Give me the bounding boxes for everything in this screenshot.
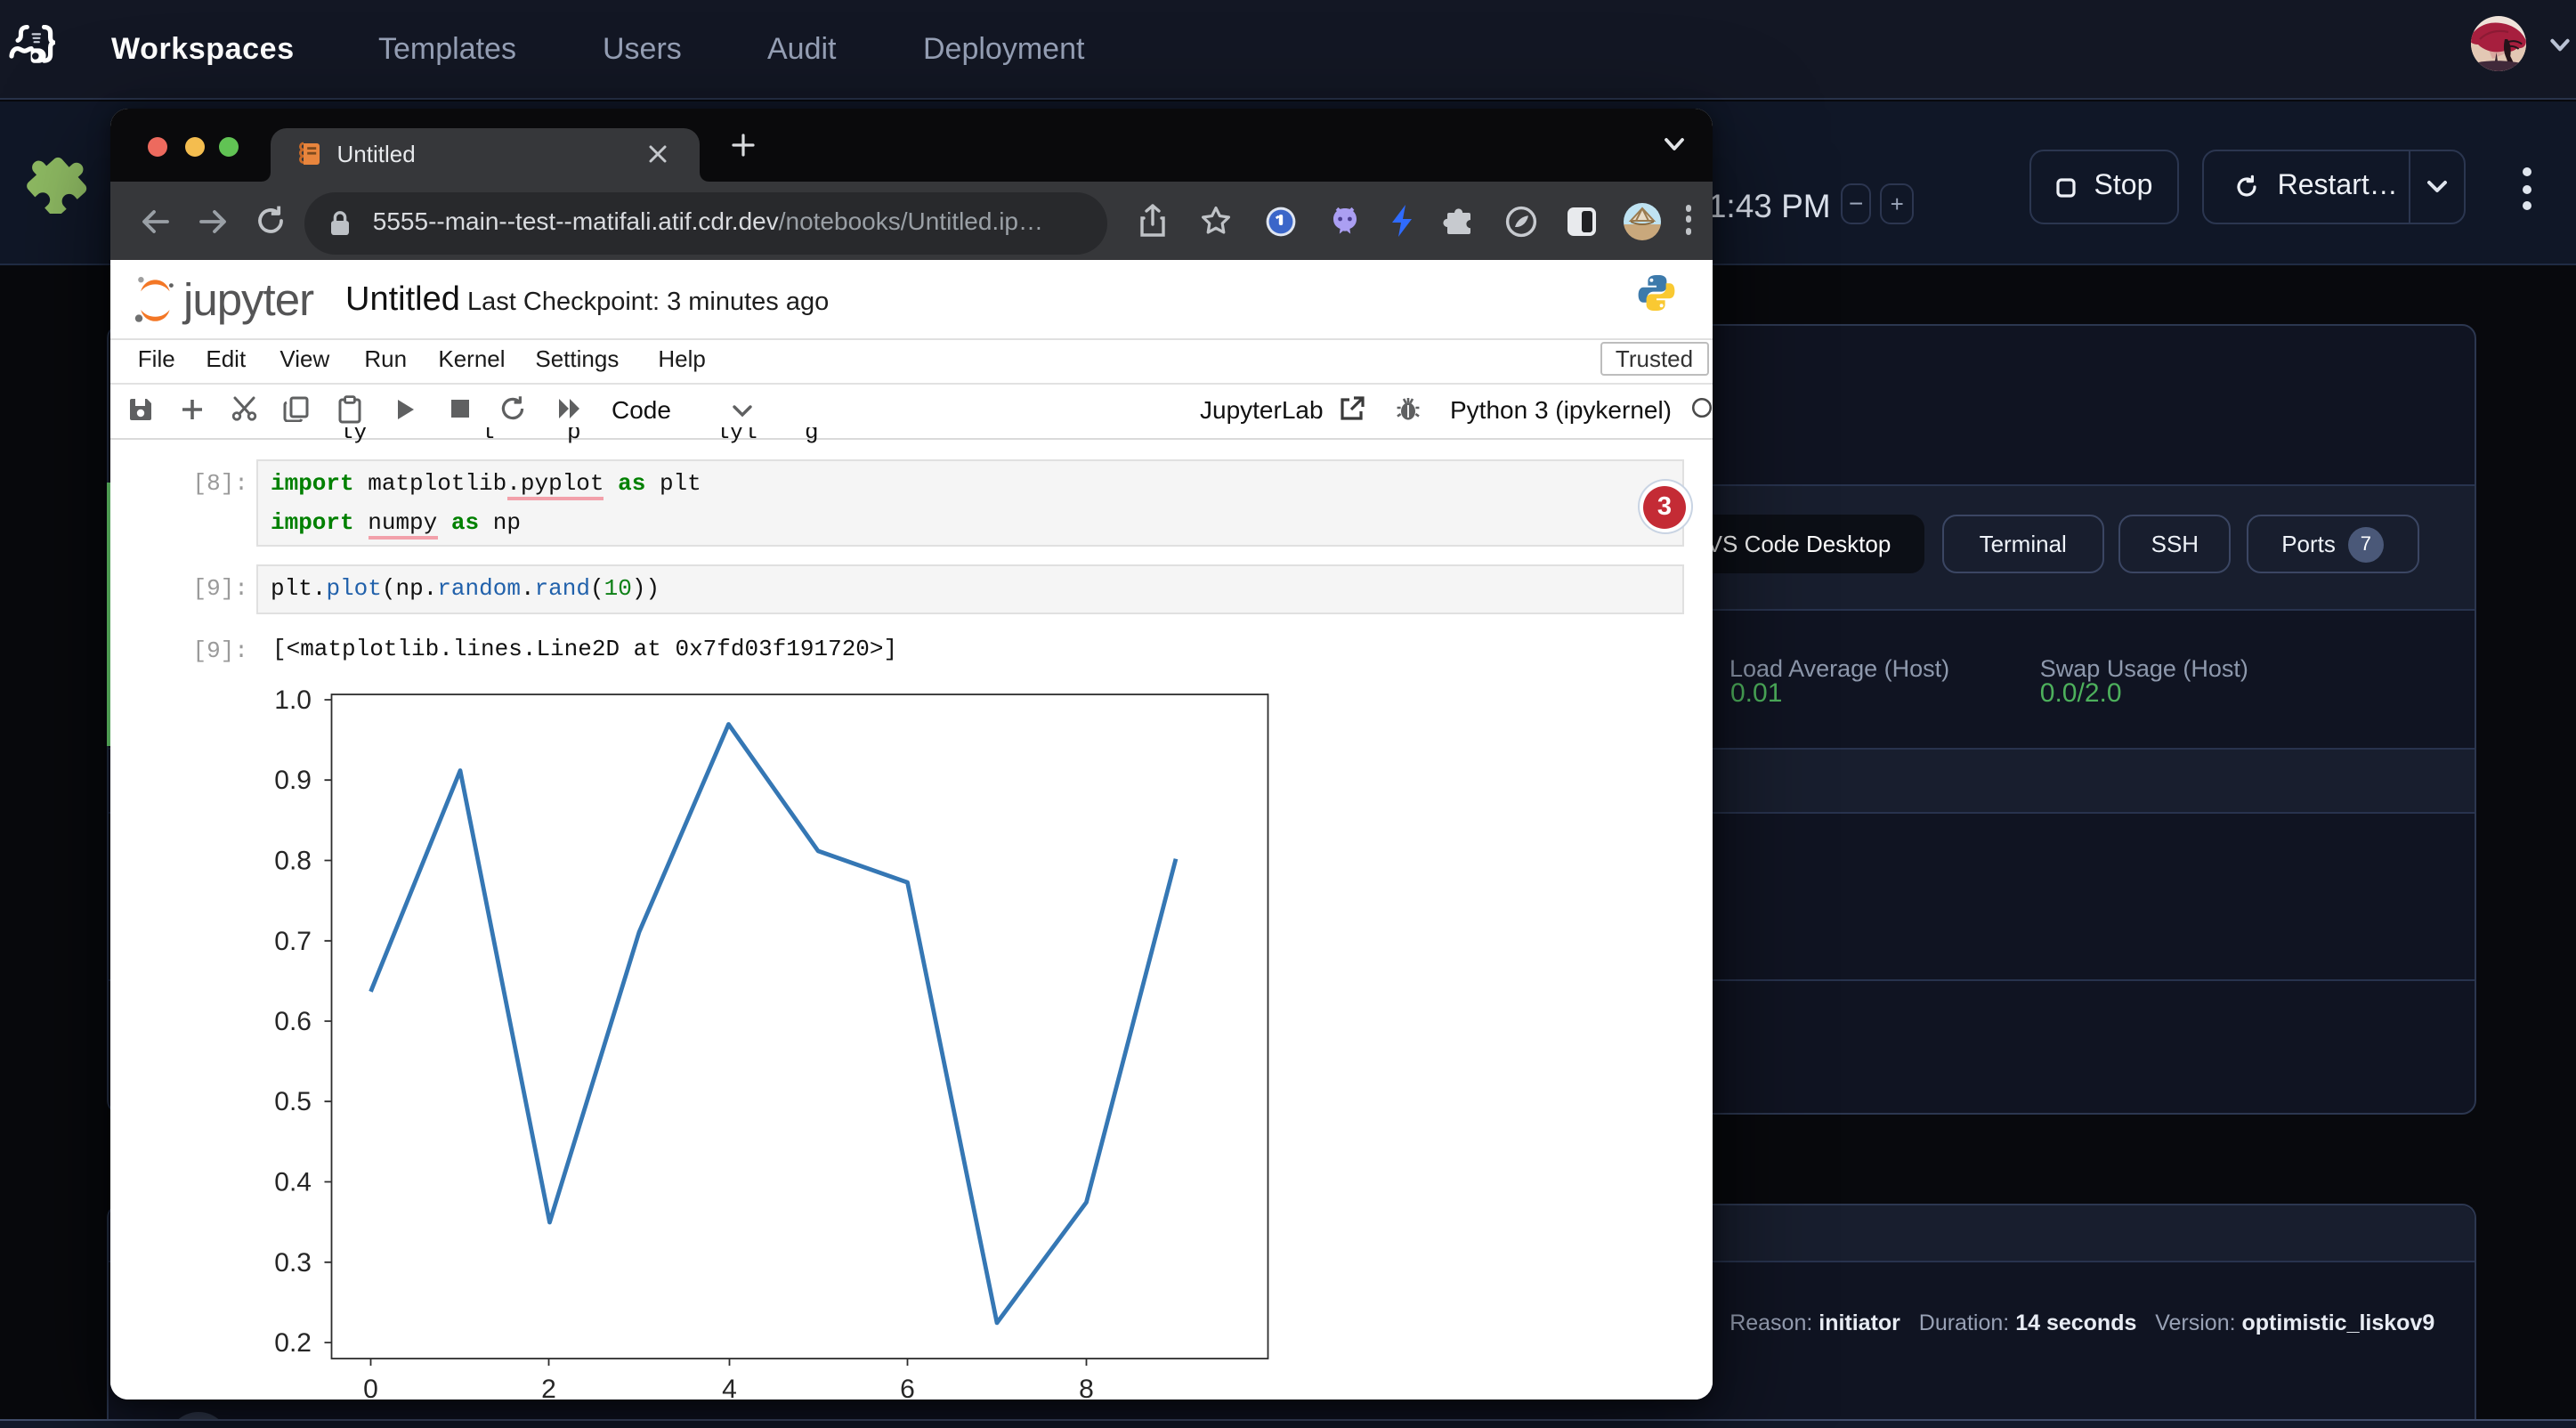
svg-text:1.0: 1.0: [274, 686, 312, 715]
svg-text:0.5: 0.5: [274, 1087, 312, 1116]
svg-text:0.7: 0.7: [274, 927, 312, 956]
svg-text:0: 0: [363, 1375, 378, 1399]
svg-text:0.2: 0.2: [274, 1328, 312, 1358]
svg-text:0.4: 0.4: [274, 1168, 312, 1197]
svg-text:0.3: 0.3: [274, 1248, 312, 1278]
svg-text:8: 8: [1079, 1375, 1094, 1399]
svg-text:4: 4: [722, 1375, 737, 1399]
svg-text:6: 6: [900, 1375, 915, 1399]
svg-text:0.8: 0.8: [274, 847, 312, 876]
svg-text:0.9: 0.9: [274, 766, 312, 795]
svg-text:0.6: 0.6: [274, 1007, 312, 1036]
svg-text:2: 2: [541, 1375, 556, 1399]
